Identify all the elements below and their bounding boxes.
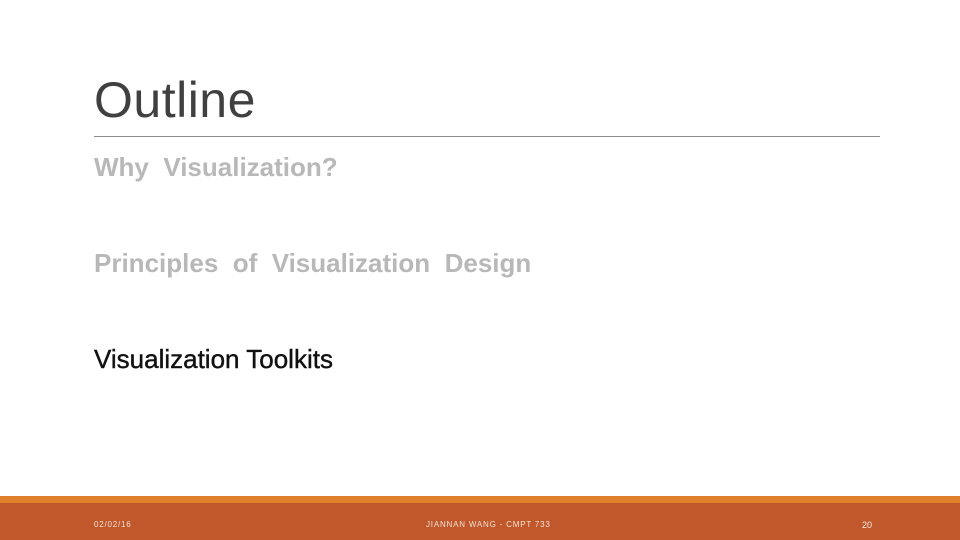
footer-author-course: JIANNAN WANG - CMPT 733 (426, 520, 551, 529)
slide: Outline Why Visualization? Principles of… (0, 0, 960, 540)
outline-item-principles: Principles of Visualization Design (94, 248, 532, 278)
slide-number: 20 (862, 520, 873, 530)
outline-item-toolkits: Visualization Toolkits (94, 344, 333, 374)
footer-accent-stripe (0, 496, 960, 503)
outline-item-why-visualization: Why Visualization? (94, 152, 338, 182)
slide-title: Outline (94, 72, 256, 128)
footer-date: 02/02/16 (94, 520, 132, 529)
slide-footer: 02/02/16 JIANNAN WANG - CMPT 733 20 (0, 503, 960, 540)
title-divider (94, 136, 880, 137)
